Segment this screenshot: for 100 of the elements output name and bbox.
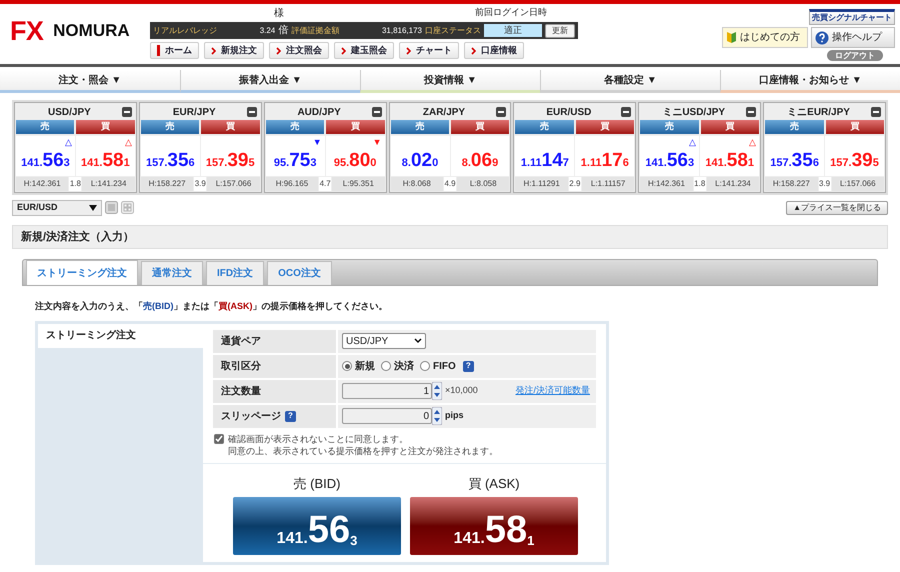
buy-button[interactable]: 買 [451,120,510,134]
leaf-icon [726,31,737,44]
tab[interactable]: OCO注文 [267,261,332,285]
grid-view-icon [121,201,134,214]
spread-value: 1.8 [69,177,82,191]
price-quote: 1.11176 [580,151,629,170]
menu-item[interactable]: 口座情報・お知らせ ▼ [720,70,900,93]
sell-button[interactable]: 売 [640,120,699,134]
price-quote: 141.563 [645,151,694,170]
menu-item[interactable]: 振替入出金 ▼ [180,70,360,93]
tick-mark: △ [689,138,696,147]
nav-button[interactable]: 建玉照会 [334,42,394,59]
sell-button[interactable]: 売 [765,120,824,134]
price-quote: 95.753 [274,151,316,170]
nav-button[interactable]: 新規注文 [204,42,264,59]
help-icon[interactable]: ? [462,360,474,372]
sell-button[interactable]: 売 [390,120,449,134]
tab[interactable]: 通常注文 [141,261,203,285]
menu-item[interactable]: 投資情報 ▼ [360,70,540,93]
single-view-icon [105,201,118,214]
menu-item[interactable]: 注文・照会 ▼ [0,70,180,93]
number-field[interactable]: 1 [342,383,432,399]
last-login-label: 前回ログイン日時 [475,6,547,20]
pair-name: AUD/JPY [297,106,341,120]
bid-price-button[interactable]: 141.563 [233,497,401,555]
close-prices-button[interactable]: ▲プライス一覧を閉じる [786,200,888,214]
radio-button[interactable] [381,361,391,371]
low-price: L:141.234 [706,177,760,191]
ask-price-button[interactable]: 141.581 [410,497,578,555]
low-price: L:157.066 [207,177,260,191]
buy-button[interactable]: 買 [326,120,385,134]
spread-value: 3.9 [818,177,831,191]
leverage-unit: 倍 [278,24,288,38]
chevron-icon [211,46,216,54]
available-quantity-link[interactable]: 発注/決済可能数量 [515,384,590,398]
high-price: H:8.068 [390,177,443,191]
help-button[interactable]: 操作ヘルプ [811,27,895,48]
buy-button[interactable]: 買 [700,120,760,134]
spread-value: 4.9 [444,177,456,191]
field-label: 取引区分 [221,360,261,374]
chevron-icon [471,46,476,54]
price-quote: 8.020 [402,151,438,170]
refresh-button[interactable]: 更新 [545,24,575,38]
price-quote: 1.11147 [520,151,569,170]
pair-name: ミニEUR/JPY [787,106,850,120]
logout-button[interactable]: ログアウト [827,50,883,61]
pair-name: USD/JPY [48,106,91,120]
tick-mark: △ [749,138,756,147]
sell-button[interactable]: 売 [515,120,574,134]
spread-value: 3.9 [194,177,206,191]
nav-button[interactable]: 注文照会 [269,42,329,59]
help-icon[interactable]: ? [285,410,296,422]
unit-label: ×10,000 [445,384,478,398]
buy-button[interactable]: 買 [201,120,260,134]
pair-name: EUR/USD [546,106,592,120]
buy-button[interactable]: 買 [576,120,634,134]
radio-label: FIFO [433,360,456,374]
leverage-value: 3.24 [260,24,276,36]
minimize-icon [372,107,382,117]
low-price: L:141.234 [82,177,135,191]
minimize-icon [122,107,132,117]
price-label: 売 (BID) [294,474,340,493]
radio-label: 決済 [394,359,414,374]
buy-button[interactable]: 買 [826,120,884,134]
checkbox[interactable] [214,434,224,444]
pair-name: ミニUSD/JPY [662,106,726,120]
minimize-icon [621,107,632,117]
radio-button[interactable] [342,361,352,371]
radio-button[interactable] [420,361,430,371]
price-quote: 95.800 [334,151,376,170]
buy-button[interactable]: 買 [76,120,135,134]
tab[interactable]: ストリーミング注文 [26,260,138,285]
beginner-button[interactable]: はじめての方 [722,27,808,48]
unit-label: pips [445,409,464,422]
sell-button[interactable]: 売 [140,120,200,134]
price-quote: 141.581 [705,151,754,170]
nav-button[interactable]: チャート [399,42,459,59]
sell-button[interactable]: 売 [266,120,324,134]
minimize-icon [870,107,881,117]
pair-name: EUR/JPY [172,106,216,120]
spread-value: 2.9 [568,177,581,191]
low-price: L:8.058 [457,177,510,191]
high-price: H:142.361 [16,177,68,191]
number-field[interactable]: 0 [342,408,432,424]
chevron-icon [276,46,281,54]
signal-chart-button[interactable]: 売買シグナルチャート [809,9,895,25]
high-price: H:142.361 [640,177,693,191]
tab[interactable]: IFD注文 [206,261,264,285]
tick-mark: ▼ [312,138,322,147]
nav-button[interactable]: ホーム [150,42,199,59]
high-price: H:96.165 [266,177,318,191]
price-quote: 157.356 [770,151,819,170]
sell-button[interactable]: 売 [16,120,74,134]
currency-select[interactable]: USD/JPY [342,333,426,349]
menu-item[interactable]: 各種設定 ▼ [540,70,720,93]
nav-button[interactable]: 口座情報 [464,42,524,59]
margin-value: 31,816,173 [382,24,422,36]
pair-select[interactable]: EUR/USD [12,200,102,216]
logo-text: NOMURA [53,20,130,42]
status-label: 口座ステータス [425,24,481,36]
